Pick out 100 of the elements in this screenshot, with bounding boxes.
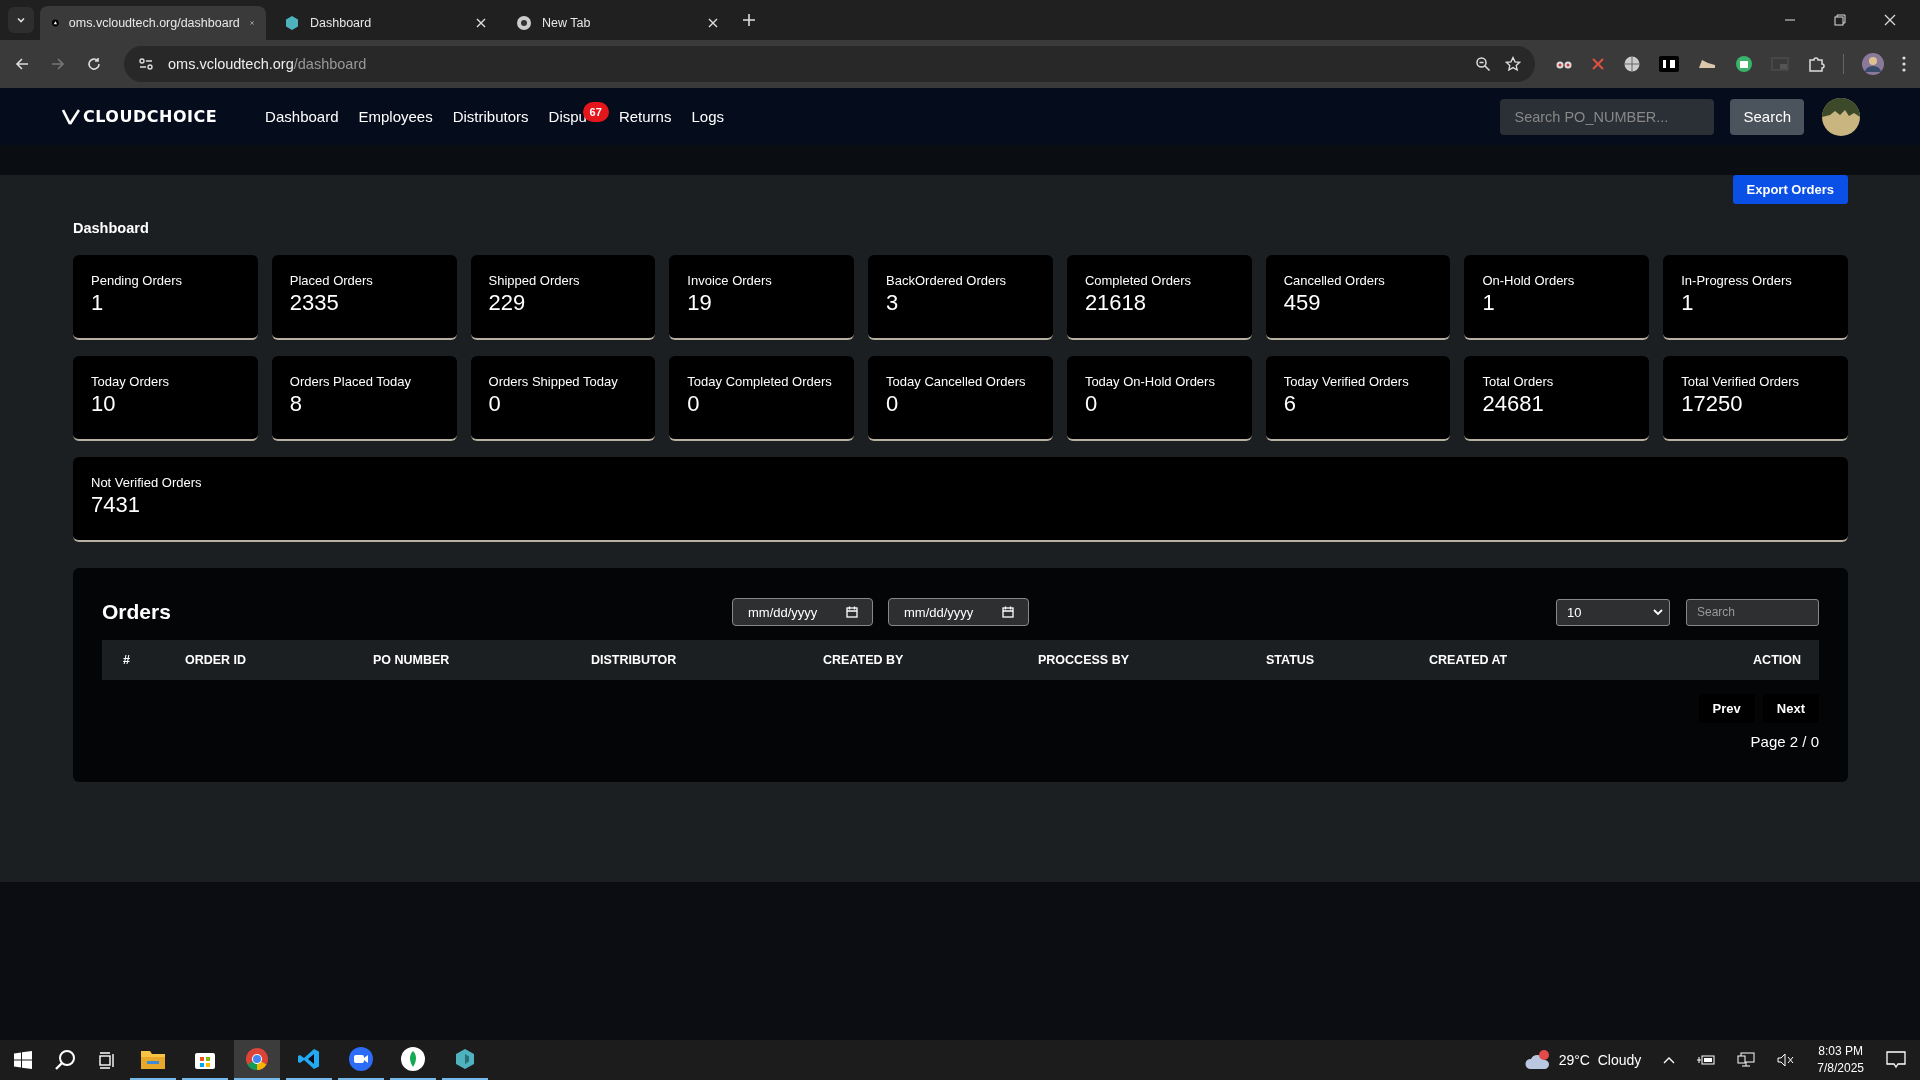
calendar-icon[interactable] [846,606,858,618]
notifications-icon[interactable] [1886,1051,1906,1069]
battery-icon[interactable] [1697,1054,1716,1066]
weather-text[interactable]: 29°C Cloudy [1558,1052,1642,1068]
leaf-icon [401,1047,425,1071]
stat-value: 229 [488,290,527,316]
chevron-up-icon[interactable] [1663,1056,1676,1064]
export-orders-button[interactable]: Export Orders [1732,175,1848,204]
column-header: ACTION [1752,653,1801,667]
stat-value: 0 [886,391,900,417]
speaker-muted-icon[interactable] [1777,1053,1796,1067]
column-header: STATUS [1266,653,1316,667]
chrome-icon [516,15,532,31]
badge-icon[interactable] [1659,56,1679,72]
page-title: Dashboard [73,220,150,236]
date-field[interactable]: mm/dd/yyyy [888,598,1029,626]
clock[interactable]: 8:03 PM 7/8/2025 [1817,1043,1864,1077]
profile-avatar-icon[interactable] [1862,53,1884,75]
stat-label: Total Orders [1482,374,1555,389]
zoom-out-icon[interactable] [1475,56,1491,72]
search-button[interactable]: Search [1730,98,1804,135]
stat-label: BackOrdered Orders [886,273,1008,288]
search-field[interactable]: Search [1686,598,1819,626]
site-settings-icon[interactable] [138,56,154,72]
stat-label: Total Verified Orders [1681,374,1800,389]
stat-value: 1 [91,290,105,316]
stat-value: 7431 [91,492,141,518]
address-bar[interactable]: oms.vcloudtech.org/dashboard [124,46,1535,82]
code-editor-icon [298,1048,320,1070]
reload-icon[interactable] [86,56,102,72]
stat-label: Orders Shipped Today [488,374,619,389]
cloud-icon[interactable] [1524,1050,1551,1070]
restore-icon[interactable] [1834,14,1846,26]
logo-text[interactable]: CLOUDCHOICE [83,107,218,126]
section-title: Orders [102,600,172,624]
stat-label: Placed Orders [289,273,374,288]
browser-tab[interactable]: oms.vcloudtech.org/dashboard [40,6,266,40]
stat-value: 17250 [1681,391,1744,417]
stat-value: 3 [886,290,900,316]
chevron-down-icon [1653,608,1663,616]
forward-icon[interactable] [50,56,66,72]
network-icon[interactable] [1737,1052,1756,1068]
search-icon[interactable] [54,1049,76,1071]
stat-value: 1 [1681,290,1695,316]
stat-value: 1 [1482,290,1496,316]
prev-button[interactable]: Prev [1698,694,1755,723]
stat-label: On-Hold Orders [1482,273,1576,288]
stat-label: Pending Orders [91,273,184,288]
avatar[interactable] [1822,97,1860,136]
nav-link[interactable]: Returns [618,108,672,125]
browser-tab[interactable]: New Tab [504,6,730,40]
cross-icon[interactable] [1591,57,1605,71]
stat-label: Today Cancelled Orders [886,374,1027,389]
taskbar-app[interactable] [234,1040,280,1080]
column-header: CREATED AT [1429,653,1509,667]
nav-link[interactable]: Employees [358,108,433,125]
folder-icon [141,1049,165,1069]
next-button[interactable]: Next [1762,694,1819,723]
column-header: # [123,653,131,667]
more-icon[interactable] [1902,56,1906,72]
globe-icon[interactable] [1623,55,1641,73]
hexagon-icon [284,15,300,31]
column-header: ORDER ID [185,653,248,667]
stat-value: 8 [289,391,303,417]
close-icon[interactable] [476,18,486,28]
star-icon[interactable] [1505,56,1521,72]
nav-link[interactable]: Distributors [452,108,529,125]
close-icon[interactable] [1884,14,1896,26]
back-icon[interactable] [14,56,30,72]
stat-value: 2335 [289,290,340,316]
column-header: PO NUMBER [373,653,451,667]
stat-label: Invoice Orders [687,273,773,288]
stat-value: 19 [687,290,713,316]
stat-value: 459 [1283,290,1322,316]
stat-label: Today On-Hold Orders [1084,374,1216,389]
nav-link[interactable]: Logs [691,108,724,125]
stat-label: Shipped Orders [488,273,581,288]
stat-label: Not Verified Orders [91,475,203,490]
stat-value: 24681 [1482,391,1545,417]
browser-tab[interactable]: Dashboard [272,6,498,40]
column-header: CREATED BY [823,653,905,667]
search-field[interactable]: Search PO_NUMBER... [1500,98,1715,135]
column-header: DISTRIBUTOR [591,653,678,667]
column-header: PROCCESS BY [1038,653,1130,667]
date-field[interactable]: mm/dd/yyyy [732,598,873,626]
puzzle-icon[interactable] [1807,55,1825,73]
stat-label: Completed Orders [1084,273,1193,288]
task-view-icon[interactable] [98,1051,116,1069]
start-icon[interactable] [14,1051,32,1069]
page-size-select[interactable]: 10 [1556,598,1670,626]
stat-value: 0 [687,391,701,417]
page-info: Page 2 / 0 [1750,733,1819,750]
stat-value: 0 [1084,391,1099,417]
logo-mark-icon [62,107,80,126]
nav-link[interactable]: Dashboard [265,108,339,125]
new-tab-icon[interactable] [742,13,756,27]
calendar-icon[interactable] [1002,606,1014,618]
close-icon[interactable] [708,18,718,28]
stat-value: 0 [488,391,502,417]
stat-label: Orders Placed Today [289,374,412,389]
